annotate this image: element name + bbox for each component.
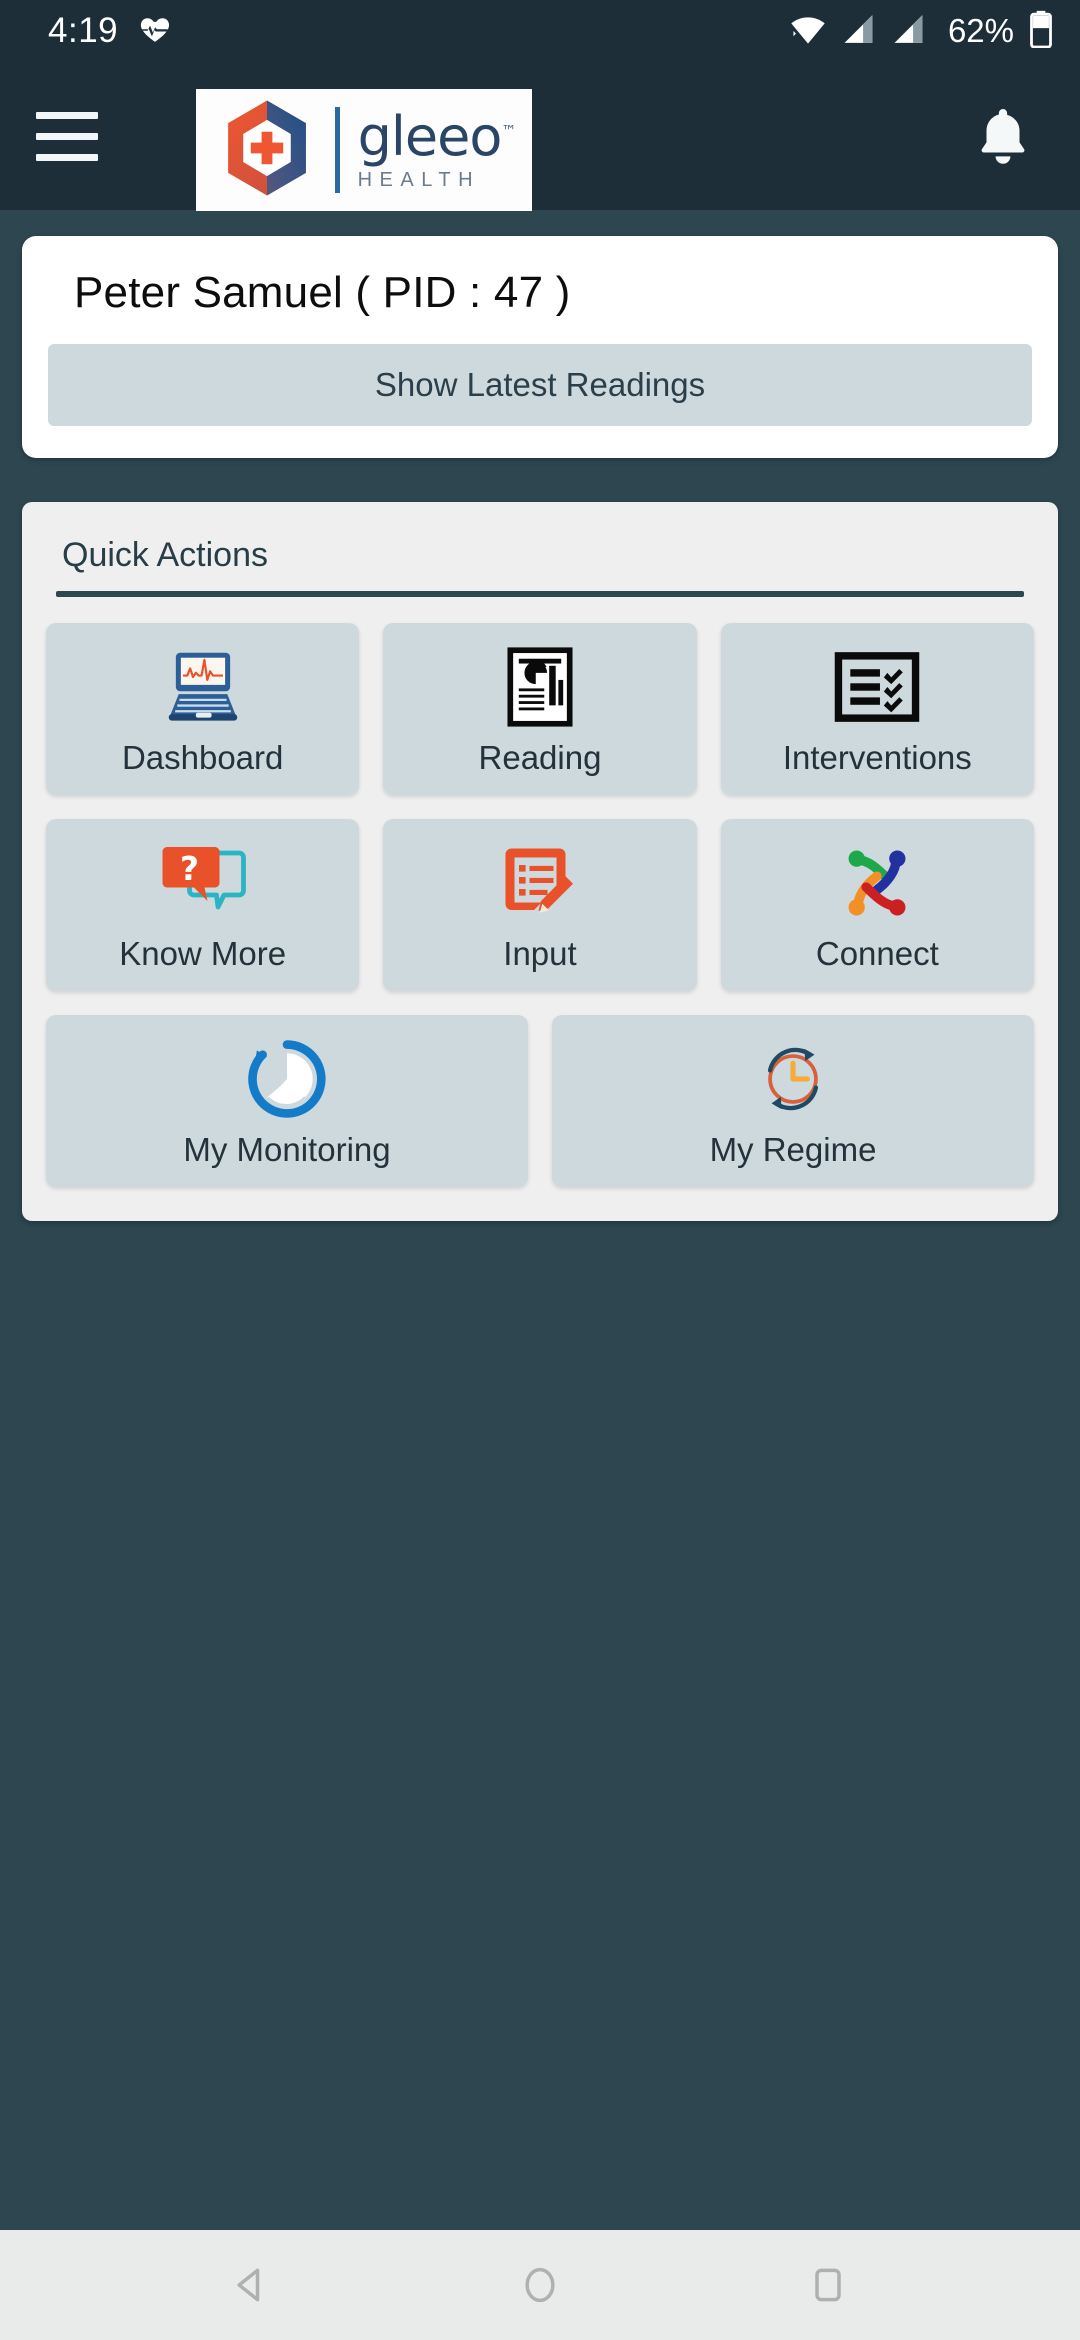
quick-actions-row: ? Know More Input Connect (46, 819, 1034, 991)
circular-progress-arrow-icon (244, 1033, 330, 1125)
status-bar-left: 4:19 (48, 11, 172, 51)
form-pencil-icon (498, 837, 582, 929)
report-chart-document-icon (504, 641, 576, 733)
tile-label: Know More (119, 935, 287, 972)
laptop-ecg-icon (157, 641, 249, 733)
tile-dashboard[interactable]: Dashboard (46, 623, 360, 795)
tile-label: Input (503, 935, 577, 972)
recents-square-icon[interactable] (793, 2250, 863, 2320)
tile-know-more[interactable]: ? Know More (46, 819, 360, 991)
tile-label: Interventions (782, 739, 972, 776)
patient-name-label: Peter Samuel ( PID : 47 ) (74, 268, 571, 317)
status-time: 4:19 (48, 11, 119, 50)
main-content: Peter Samuel ( PID : 47 ) Show Latest Re… (0, 210, 1080, 2230)
question-speech-bubble-icon: ? (155, 837, 251, 929)
app-logo: gleeo™ HEALTH (196, 89, 532, 211)
status-bar: 4:19 62% (0, 0, 1080, 62)
logo-text: gleeo™ HEALTH (357, 110, 517, 191)
gleeo-hexagon-cross-logo (213, 94, 321, 207)
status-bar-right: 62% (788, 10, 1054, 53)
tile-label: Connect (815, 935, 939, 972)
signal-bars-icon (842, 12, 878, 51)
quick-actions-row: My Monitoring My Regime (46, 1015, 1034, 1187)
android-nav-bar (0, 2230, 1080, 2340)
tile-label: My Monitoring (183, 1131, 391, 1168)
logo-word-text: gleeo (357, 105, 503, 168)
signal-bars-icon (892, 12, 928, 51)
tile-label: My Regime (709, 1131, 877, 1168)
tile-my-monitoring[interactable]: My Monitoring (46, 1015, 528, 1187)
quick-actions-title: Quick Actions (62, 536, 268, 574)
logo-divider (334, 107, 340, 193)
tile-connect[interactable]: Connect (720, 819, 1034, 991)
hamburger-line (36, 132, 98, 140)
hamburger-menu-icon[interactable] (36, 101, 112, 171)
home-circle-icon[interactable] (505, 2250, 575, 2320)
hamburger-line (36, 111, 98, 119)
clock-refresh-icon (750, 1033, 836, 1125)
battery-percent-label: 62% (947, 12, 1014, 49)
logo-wordmark: gleeo™ (358, 110, 517, 164)
tile-input[interactable]: Input (383, 819, 697, 991)
tile-interventions[interactable]: Interventions (720, 623, 1034, 795)
back-triangle-icon[interactable] (217, 2250, 287, 2320)
logo-inner: gleeo™ HEALTH (213, 94, 516, 207)
tile-label: Reading (478, 739, 602, 776)
quick-actions-row: Dashboard Reading Interventions (46, 623, 1034, 795)
show-latest-readings-button[interactable]: Show Latest Readings (48, 344, 1032, 426)
tile-reading[interactable]: Reading (383, 623, 697, 795)
svg-text:?: ? (180, 849, 199, 888)
wifi-icon (788, 12, 828, 51)
app-header-bar: gleeo™ HEALTH (0, 62, 1080, 211)
bell-icon[interactable] (966, 97, 1040, 175)
app-screen: 4:19 62% gleeo™ HEALTH Peter Samuel (PI… (0, 0, 1080, 2340)
hamburger-line (36, 153, 98, 161)
quick-actions-divider (56, 591, 1024, 597)
checklist-box-icon (834, 641, 920, 733)
quick-actions-grid: Dashboard Reading Interventions ? Know M… (46, 623, 1034, 1187)
battery-icon (1028, 10, 1054, 53)
tile-label: Dashboard (121, 739, 284, 776)
tile-my-regime[interactable]: My Regime (552, 1015, 1034, 1187)
logo-trademark: ™ (501, 122, 516, 140)
heart-pulse-icon (138, 12, 172, 51)
quick-actions-card: Quick Actions Dashboard Reading Interven… (22, 502, 1058, 1221)
interlocking-people-knot-icon (833, 837, 921, 929)
logo-subtitle: HEALTH (357, 169, 481, 191)
patient-card: Peter Samuel ( PID : 47 ) Show Latest Re… (22, 236, 1058, 458)
